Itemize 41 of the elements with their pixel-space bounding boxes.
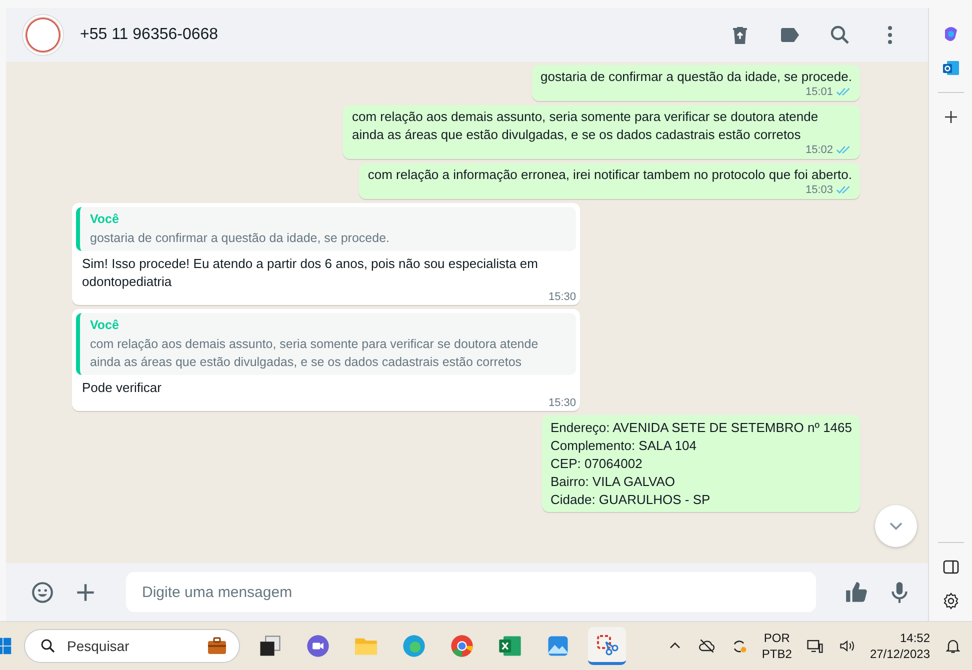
notification-bell-icon[interactable]	[944, 637, 962, 655]
keyboard-layout[interactable]: PTB2	[762, 646, 792, 662]
quoted-message[interactable]: Você gostaria de confirmar a questão da idade, se procede.	[76, 207, 576, 251]
message-text: gostaria de confirmar a questão da idade, se procede.	[540, 68, 852, 86]
clock-time[interactable]: 14:52	[900, 630, 930, 646]
video-call-icon[interactable]	[305, 633, 331, 659]
contact-avatar[interactable]	[22, 14, 64, 56]
quote-text: gostaria de confirmar a questão da idade, se procede.	[90, 230, 390, 247]
cloud-off-icon[interactable]	[698, 637, 716, 655]
address-line: Complemento: SALA 104	[550, 437, 698, 455]
mail-icon[interactable]	[940, 58, 960, 78]
emoji-icon[interactable]	[30, 580, 55, 604]
message-text: com relação a informação erronea, irei notificar tambem no protocolo que foi aberto.	[368, 166, 852, 184]
scissors-icon	[595, 632, 619, 656]
taskbar-search-field[interactable]: Pesquisar	[24, 629, 240, 663]
quote-text: com relação aos demais assunto, seria somente para verificar se doutora atende ainda as áreas que estão divulgadas, e se os dados cadastrais estão corretos	[90, 336, 540, 371]
network-icon[interactable]	[806, 637, 824, 655]
message-input[interactable]: Digite uma mensagem	[126, 572, 816, 612]
address-line: Endereço: AVENIDA SETE DE SETEMBRO nº 1465	[550, 419, 852, 437]
message-time: 15:02	[805, 143, 833, 157]
message-text: Sim! Isso procede! Eu atendo a partir dos 6 anos, pois não sou especialista em odontopediatria	[81, 255, 539, 291]
message-time: 15:30	[548, 396, 576, 410]
snipping-tool-button[interactable]	[588, 627, 626, 665]
message-text: com relação aos demais assunto, seria somente para verificar se doutora atende ainda as áreas que estão divulgadas, e se os dados cadastrais estão corretos	[352, 108, 820, 144]
input-language[interactable]: POR	[764, 630, 790, 646]
message-text: Pode verificar	[81, 379, 162, 397]
contact-name[interactable]: +55 11 96356-0668	[80, 26, 218, 44]
address-line: CEP: 07064002	[550, 455, 644, 473]
address-line: Cidade: GUARULHOS - SP	[550, 491, 712, 509]
thumbs-up-icon[interactable]	[844, 580, 869, 604]
quoted-message[interactable]: Você com relação aos demais assunto, seria somente para verificar se doutora atende ainda as áreas que estão divulgadas, e se os dados cadastrais estão corretos	[76, 313, 576, 375]
quote-author: Você	[90, 211, 120, 228]
quote-author: Você	[90, 317, 120, 334]
clock-date[interactable]: 27/12/2023	[870, 646, 930, 662]
search-placeholder: Pesquisar	[67, 638, 130, 654]
chrome-icon[interactable]	[449, 633, 475, 659]
address-line: Bairro: VILA GALVAO	[550, 473, 676, 491]
message-time: 15:30	[548, 290, 576, 304]
message-time: 15:01	[805, 85, 833, 99]
search-icon	[39, 637, 57, 655]
message-time: 15:03	[805, 183, 833, 197]
